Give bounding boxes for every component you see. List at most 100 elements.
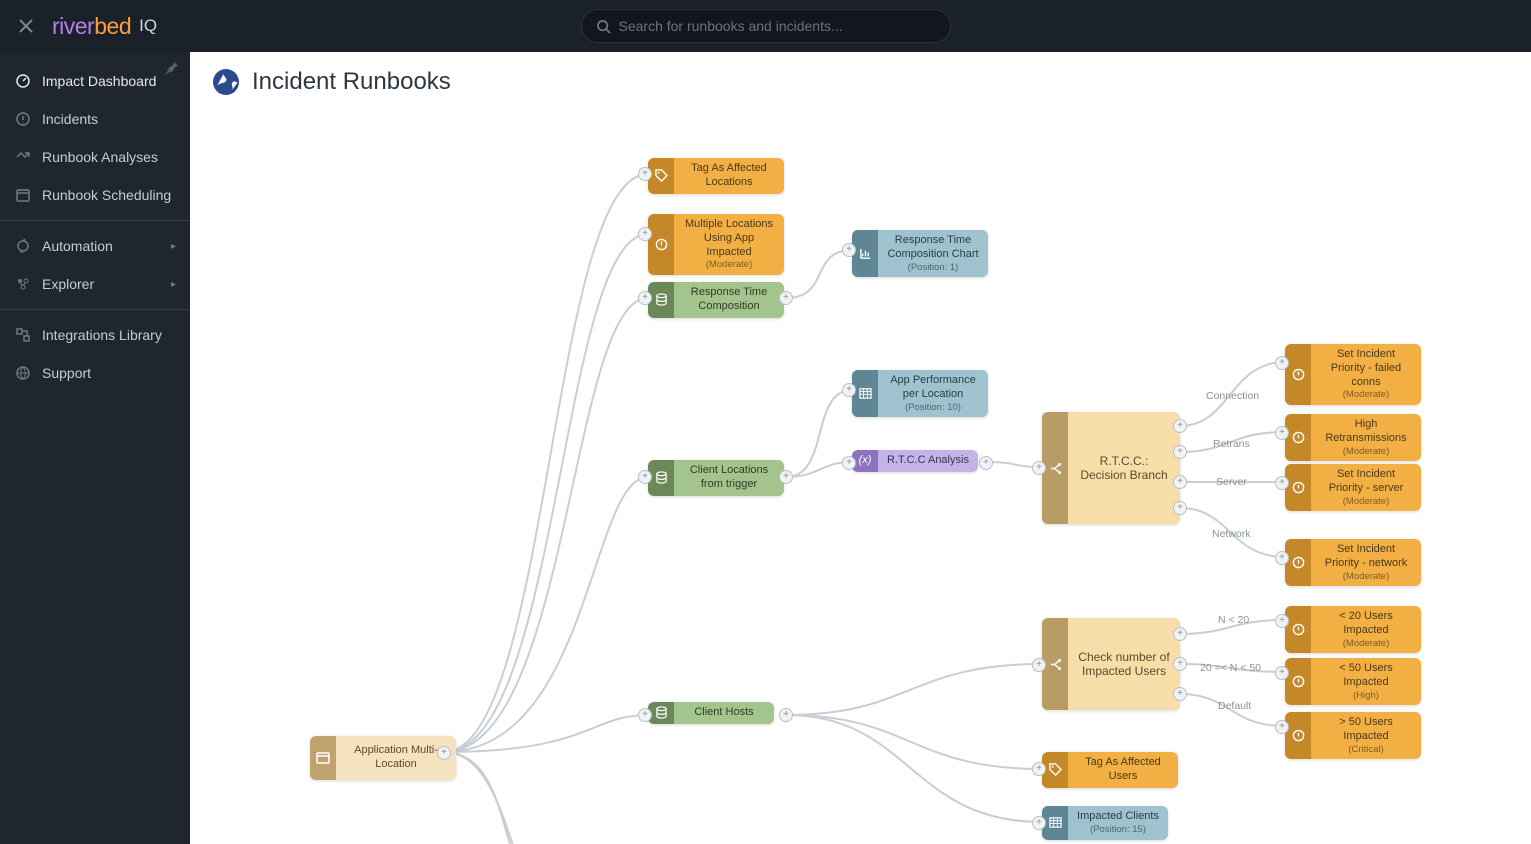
- node-set-pri-server[interactable]: Set Incident Priority - server(Moderate): [1285, 464, 1421, 511]
- port-out[interactable]: +: [437, 746, 451, 760]
- port-out[interactable]: +: [1173, 445, 1187, 459]
- port-in[interactable]: +: [1275, 666, 1289, 680]
- table-icon: [852, 370, 878, 417]
- sidebar-item-integrations[interactable]: Integrations Library: [0, 316, 190, 354]
- search-container: [581, 9, 951, 43]
- port-out[interactable]: +: [1173, 501, 1187, 515]
- node-sub: (Moderate): [1319, 638, 1413, 650]
- close-icon: [19, 19, 33, 33]
- node-sub: (Moderate): [1319, 446, 1413, 458]
- node-title: Client Locations from trigger: [682, 464, 776, 492]
- chevron-right-icon: ▸: [171, 241, 176, 252]
- port-in[interactable]: +: [1275, 426, 1289, 440]
- alert-circle-icon: [1285, 539, 1311, 586]
- node-client-loc-trigger[interactable]: Client Locations from trigger: [648, 460, 784, 496]
- port-in[interactable]: +: [1275, 614, 1289, 628]
- dashboard-icon: [14, 72, 32, 90]
- port-out[interactable]: +: [779, 291, 793, 305]
- port-out[interactable]: +: [979, 456, 993, 470]
- sidebar-item-label: Integrations Library: [42, 327, 162, 343]
- port-in[interactable]: +: [842, 243, 856, 257]
- port-in[interactable]: +: [1275, 356, 1289, 370]
- page-title: Incident Runbooks: [252, 68, 451, 96]
- port-in[interactable]: +: [638, 470, 652, 484]
- logo-part2: bed: [94, 13, 131, 39]
- search-input[interactable]: [619, 18, 936, 34]
- node-lt50-users[interactable]: < 50 Users Impacted(High): [1285, 658, 1421, 705]
- node-rtcc-analysis[interactable]: (x) R.T.C.C Analysis: [852, 450, 978, 472]
- main-content: Incident Runbooks: [190, 52, 1531, 844]
- port-in[interactable]: +: [1032, 658, 1046, 672]
- sidebar-item-automation[interactable]: Automation ▸: [0, 227, 190, 265]
- node-multi-loc-impacted[interactable]: Multiple Locations Using App Impacted(Mo…: [648, 214, 784, 275]
- node-tag-users[interactable]: Tag As Affected Users: [1042, 752, 1178, 788]
- port-in[interactable]: +: [1032, 816, 1046, 830]
- search-bar[interactable]: [581, 9, 951, 43]
- port-in[interactable]: +: [638, 291, 652, 305]
- node-title: Set Incident Priority - server: [1319, 468, 1413, 496]
- port-in[interactable]: +: [1032, 762, 1046, 776]
- node-high-retrans[interactable]: High Retransmissions(Moderate): [1285, 414, 1421, 461]
- app-logo[interactable]: riverbed IQ: [52, 13, 157, 40]
- node-sub: (Moderate): [1319, 571, 1413, 583]
- runbook-canvas[interactable]: Application Multi-Location + Tag As Affe…: [190, 112, 1531, 844]
- node-app-perf-loc[interactable]: App Performance per Location(Position: 1…: [852, 370, 988, 417]
- node-sub: (High): [1319, 690, 1413, 702]
- branch-label: Network: [1212, 528, 1251, 540]
- node-sub: (Moderate): [1319, 389, 1413, 401]
- chart-icon: [852, 230, 878, 277]
- port-in[interactable]: +: [638, 708, 652, 722]
- node-resp-time-chart[interactable]: Response Time Composition Chart(Position…: [852, 230, 988, 277]
- alert-circle-icon: [1285, 712, 1311, 759]
- port-in[interactable]: +: [842, 383, 856, 397]
- branch-label: Retrans: [1213, 438, 1250, 450]
- node-impacted-clients[interactable]: Impacted Clients(Position: 15): [1042, 806, 1168, 840]
- port-in[interactable]: +: [1032, 461, 1046, 475]
- node-set-pri-failed[interactable]: Set Incident Priority - failed conns(Mod…: [1285, 344, 1421, 405]
- port-out[interactable]: +: [1173, 687, 1187, 701]
- node-title: Multiple Locations Using App Impacted: [682, 218, 776, 259]
- node-sub: (Position: 1): [886, 262, 980, 274]
- node-rtcc-decision[interactable]: R.T.C.C.: Decision Branch: [1042, 412, 1180, 524]
- alert-circle-icon: [1285, 658, 1311, 705]
- port-in[interactable]: +: [638, 167, 652, 181]
- alert-circle-icon: [648, 214, 674, 275]
- sidebar-item-runbook-analyses[interactable]: Runbook Analyses: [0, 138, 190, 176]
- node-client-hosts[interactable]: Client Hosts: [648, 702, 774, 724]
- port-in[interactable]: +: [842, 456, 856, 470]
- node-set-pri-network[interactable]: Set Incident Priority - network(Moderate…: [1285, 539, 1421, 586]
- node-sub: (Moderate): [1319, 496, 1413, 508]
- port-out[interactable]: +: [779, 470, 793, 484]
- port-out[interactable]: +: [779, 708, 793, 722]
- node-title: Check number of Impacted Users: [1078, 650, 1170, 678]
- port-out[interactable]: +: [1173, 627, 1187, 641]
- node-title: Response Time Composition: [682, 286, 776, 314]
- close-button[interactable]: [12, 12, 40, 40]
- node-app-multi-location[interactable]: Application Multi-Location: [310, 736, 456, 780]
- port-out[interactable]: +: [1173, 419, 1187, 433]
- node-resp-time-comp[interactable]: Response Time Composition: [648, 282, 784, 318]
- node-check-users[interactable]: Check number of Impacted Users: [1042, 618, 1180, 710]
- sidebar-item-explorer[interactable]: Explorer ▸: [0, 265, 190, 303]
- sidebar-item-incidents[interactable]: Incidents: [0, 100, 190, 138]
- support-icon: [14, 364, 32, 382]
- tag-icon: [648, 158, 674, 194]
- node-tag-locations[interactable]: Tag As Affected Locations: [648, 158, 784, 194]
- sidebar-item-support[interactable]: Support: [0, 354, 190, 392]
- branch-label: 20 =< N < 50: [1200, 662, 1261, 674]
- node-sub: (Position: 10): [886, 402, 980, 414]
- branch-label: N < 20: [1218, 614, 1249, 626]
- node-title: < 50 Users Impacted: [1319, 662, 1413, 690]
- sidebar-item-impact-dashboard[interactable]: Impact Dashboard: [0, 62, 190, 100]
- port-in[interactable]: +: [638, 227, 652, 241]
- port-in[interactable]: +: [1275, 551, 1289, 565]
- port-in[interactable]: +: [1275, 476, 1289, 490]
- sidebar-item-runbook-scheduling[interactable]: Runbook Scheduling: [0, 176, 190, 214]
- node-lt20-users[interactable]: < 20 Users Impacted(Moderate): [1285, 606, 1421, 653]
- node-gt50-users[interactable]: > 50 Users Impacted(Critical): [1285, 712, 1421, 759]
- port-out[interactable]: +: [1173, 657, 1187, 671]
- port-in[interactable]: +: [1275, 720, 1289, 734]
- runbook-globe-icon: [212, 68, 240, 96]
- port-out[interactable]: +: [1173, 475, 1187, 489]
- branch-label: Connection: [1206, 390, 1259, 402]
